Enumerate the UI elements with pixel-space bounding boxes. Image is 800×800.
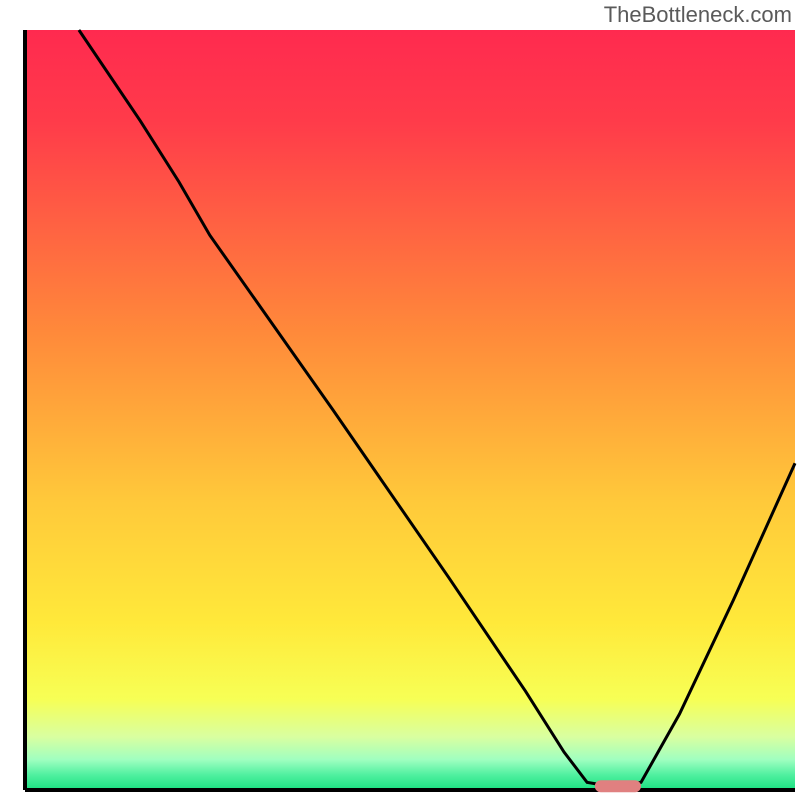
bottleneck-chart bbox=[0, 0, 800, 800]
watermark-text: TheBottleneck.com bbox=[604, 2, 792, 28]
plot-background bbox=[25, 30, 795, 790]
chart-container: TheBottleneck.com bbox=[0, 0, 800, 800]
optimal-marker bbox=[595, 780, 641, 792]
